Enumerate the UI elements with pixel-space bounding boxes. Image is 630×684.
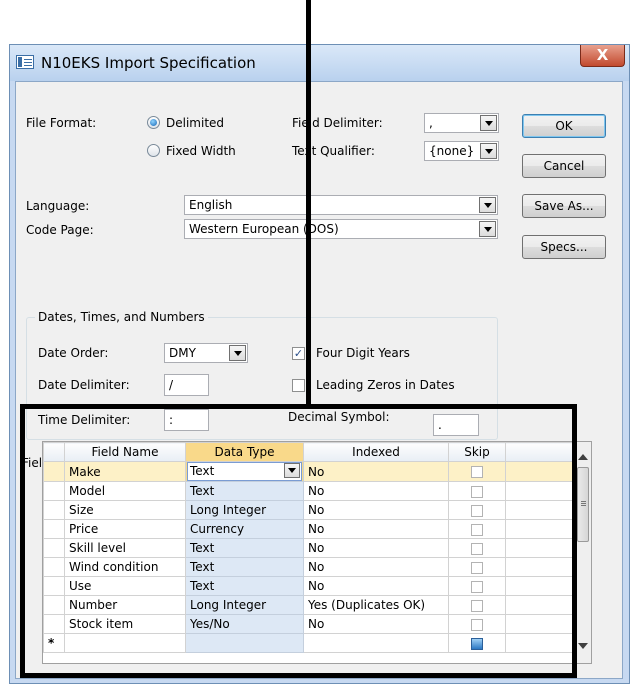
date-delimiter-input[interactable]: /: [164, 374, 209, 396]
scroll-down-icon[interactable]: [578, 643, 588, 649]
file-format-label: File Format:: [26, 116, 97, 130]
dates-group-title: Dates, Times, and Numbers: [35, 310, 208, 324]
code-page-select[interactable]: Western European (DOS): [184, 219, 498, 239]
cancel-button[interactable]: Cancel: [522, 154, 606, 178]
field-delimiter-value: ,: [429, 116, 433, 130]
leading-zeros-checkbox[interactable]: [292, 379, 305, 392]
delimited-radio[interactable]: [147, 116, 160, 129]
scroll-thumb[interactable]: [577, 467, 589, 542]
fixed-width-radio[interactable]: [147, 144, 160, 157]
date-delimiter-label: Date Delimiter:: [38, 378, 130, 392]
language-label: Language:: [26, 199, 90, 213]
chevron-down-icon[interactable]: [479, 197, 496, 213]
code-page-label: Code Page:: [26, 223, 94, 237]
leading-zeros-label[interactable]: Leading Zeros in Dates: [316, 378, 455, 392]
chevron-down-icon[interactable]: [229, 345, 246, 361]
window-title: N10EKS Import Specification: [41, 54, 256, 72]
specs-button[interactable]: Specs...: [522, 235, 606, 259]
date-order-value: DMY: [169, 346, 196, 360]
annotation-pointer-line: [306, 0, 311, 404]
language-value: English: [189, 198, 233, 212]
annotation-highlight-box: [20, 404, 577, 678]
save-as-button[interactable]: Save As...: [522, 194, 606, 218]
delimited-label[interactable]: Delimited: [166, 116, 224, 130]
date-delimiter-value: /: [169, 378, 174, 392]
text-qualifier-select[interactable]: {none}: [424, 141, 499, 161]
fixed-width-label[interactable]: Fixed Width: [166, 144, 236, 158]
field-delimiter-select[interactable]: ,: [424, 113, 499, 133]
chevron-down-icon[interactable]: [480, 115, 497, 131]
chevron-down-icon[interactable]: [480, 143, 497, 159]
scroll-up-icon[interactable]: [578, 454, 588, 460]
four-digit-years-label[interactable]: Four Digit Years: [316, 346, 410, 360]
four-digit-years-checkbox[interactable]: ✓: [292, 347, 305, 360]
ok-button[interactable]: OK: [522, 114, 606, 138]
close-button[interactable]: X: [580, 45, 625, 67]
date-order-label: Date Order:: [38, 346, 109, 360]
title-bar[interactable]: N10EKS Import Specification X: [10, 45, 629, 81]
chevron-down-icon[interactable]: [479, 221, 496, 237]
code-page-value: Western European (DOS): [189, 222, 339, 236]
text-qualifier-value: {none}: [429, 144, 475, 158]
language-select[interactable]: English: [184, 195, 498, 215]
table-icon: [16, 55, 34, 69]
text-qualifier-label: Text Qualifier:: [292, 144, 375, 158]
date-order-select[interactable]: DMY: [164, 343, 248, 363]
